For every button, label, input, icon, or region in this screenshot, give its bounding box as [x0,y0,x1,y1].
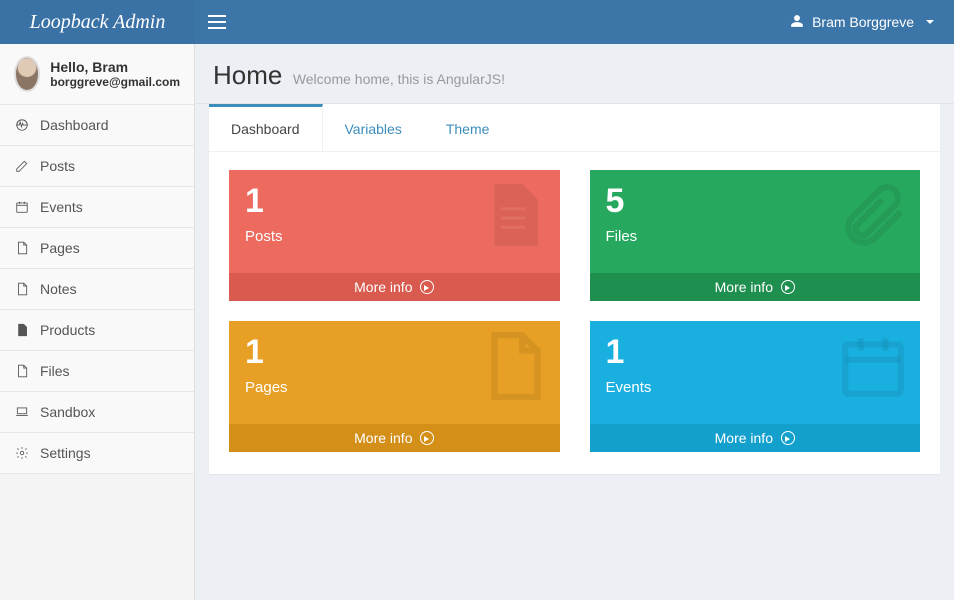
menu-toggle-button[interactable] [195,0,239,44]
sidebar-item-files[interactable]: Files [0,351,194,392]
header-username: Bram Borggreve [812,14,914,30]
card-more-link[interactable]: More info [590,273,921,301]
arrow-right-icon [781,280,795,294]
greeting: Hello, Bram [50,59,180,75]
user-menu[interactable]: Bram Borggreve [790,14,954,31]
file-icon [14,364,30,378]
brand-logo[interactable]: Loopback Admin [0,0,195,44]
card-more-link[interactable]: More info [229,273,560,301]
page-title: Home [213,60,282,91]
arrow-right-icon [420,431,434,445]
paperclip-icon [836,178,910,257]
card-more-link[interactable]: More info [229,424,560,452]
sidebar-item-notes[interactable]: Notes [0,269,194,310]
caret-down-icon [926,20,934,24]
page-subtitle: Welcome home, this is AngularJS! [293,71,505,87]
card-files: 5 Files More info [590,170,921,301]
card-events: 1 Events More info [590,321,921,452]
page-header: Home Welcome home, this is AngularJS! [195,44,954,104]
edit-icon [14,159,30,173]
page-icon [476,329,550,408]
dashboard-panel: Dashboard Variables Theme 1 Posts Mor [209,104,940,474]
user-icon [790,14,804,31]
sidebar-item-products[interactable]: Products [0,310,194,351]
file-icon [14,282,30,296]
gear-icon [14,446,30,460]
sidebar: Hello, Bram borggreve@gmail.com Dashboar… [0,44,195,600]
user-email: borggreve@gmail.com [50,75,180,89]
sidebar-item-label: Pages [40,240,80,256]
sidebar-item-settings[interactable]: Settings [0,433,194,474]
sidebar-item-label: Sandbox [40,404,95,420]
card-more-link[interactable]: More info [590,424,921,452]
sidebar-item-label: Posts [40,158,75,174]
tab-dashboard[interactable]: Dashboard [209,104,323,151]
file-icon [14,241,30,255]
sidebar-item-label: Dashboard [40,117,109,133]
sidebar-item-sandbox[interactable]: Sandbox [0,392,194,433]
hamburger-icon [208,15,226,29]
card-pages: 1 Pages More info [229,321,560,452]
tab-variables[interactable]: Variables [323,107,424,151]
sidebar-item-label: Products [40,322,95,338]
calendar-icon [14,200,30,214]
file-solid-icon [14,323,30,337]
avatar [14,56,40,92]
document-icon [476,178,550,257]
sidebar-item-events[interactable]: Events [0,187,194,228]
dashboard-icon [14,118,30,132]
laptop-icon [14,405,30,419]
sidebar-item-label: Notes [40,281,77,297]
sidebar-item-label: Files [40,363,70,379]
sidebar-item-pages[interactable]: Pages [0,228,194,269]
sidebar-item-dashboard[interactable]: Dashboard [0,105,194,146]
sidebar-item-label: Events [40,199,83,215]
tabs: Dashboard Variables Theme [209,107,940,152]
arrow-right-icon [420,280,434,294]
sidebar-item-label: Settings [40,445,91,461]
user-panel: Hello, Bram borggreve@gmail.com [0,44,194,105]
arrow-right-icon [781,431,795,445]
calendar-icon [836,329,910,408]
card-posts: 1 Posts More info [229,170,560,301]
sidebar-item-posts[interactable]: Posts [0,146,194,187]
header: Loopback Admin Bram Borggreve [0,0,954,44]
main-content: Home Welcome home, this is AngularJS! Da… [195,44,954,600]
tab-theme[interactable]: Theme [424,107,512,151]
